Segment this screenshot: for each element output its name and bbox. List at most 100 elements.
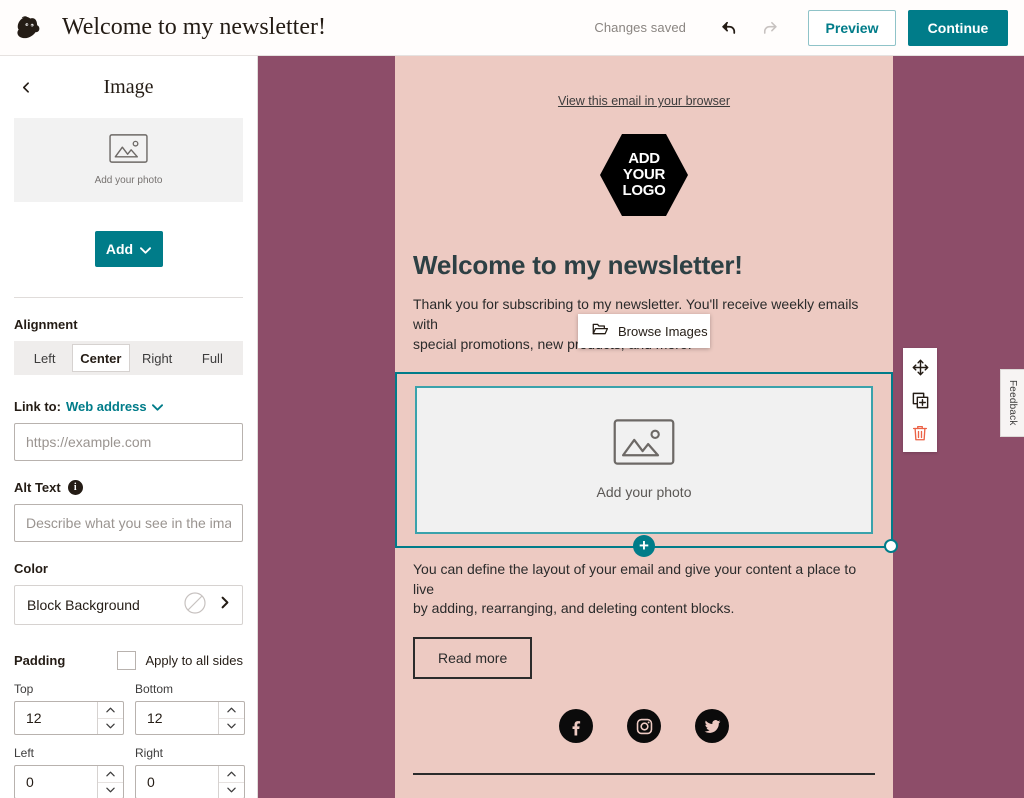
padding-right-spinners[interactable]	[218, 766, 244, 798]
move-arrows-icon[interactable]	[909, 356, 931, 378]
padding-top-decrement[interactable]	[98, 719, 123, 735]
social-links-row	[395, 709, 893, 744]
padding-bottom-spinners[interactable]	[218, 702, 244, 734]
padding-bottom-decrement[interactable]	[219, 719, 244, 735]
padding-fields: Top Bottom	[14, 682, 245, 798]
view-in-browser-link[interactable]: View this email in your browser	[558, 94, 730, 108]
padding-left-decrement[interactable]	[98, 783, 123, 798]
sidebar-divider	[14, 297, 243, 298]
mailchimp-freddie-icon[interactable]	[12, 10, 48, 46]
mailchimp-email-editor: Welcome to my newsletter! Changes saved …	[0, 0, 1024, 798]
email-body2-line-2: by adding, rearranging, and deleting con…	[413, 600, 735, 617]
block-background-color-row[interactable]: Block Background	[14, 585, 243, 625]
alignment-label: Alignment	[14, 317, 78, 332]
padding-right-increment[interactable]	[219, 766, 244, 783]
logo-line-2: YOUR	[622, 166, 666, 184]
save-status: Changes saved	[594, 20, 686, 35]
duplicate-icon[interactable]	[909, 389, 931, 411]
twitter-icon[interactable]	[695, 709, 729, 744]
link-url-input[interactable]	[14, 423, 243, 461]
padding-right-label: Right	[135, 746, 164, 760]
padding-top-increment[interactable]	[98, 702, 123, 719]
selected-image-block[interactable]: Add your photo +	[395, 371, 898, 557]
alignment-option-right[interactable]: Right	[130, 344, 185, 372]
padding-right-input[interactable]	[136, 766, 218, 798]
email-preview: View this email in your browser ADD YOUR…	[395, 56, 898, 798]
image-placeholder-area[interactable]: Add your photo	[415, 385, 873, 534]
feedback-tab[interactable]: Feedback	[1000, 369, 1024, 437]
redo-button[interactable]	[752, 11, 786, 45]
padding-bottom-field: Bottom	[135, 682, 245, 735]
continue-button[interactable]: Continue	[908, 9, 1008, 46]
padding-left-input[interactable]	[15, 766, 97, 798]
padding-left-stepper[interactable]	[14, 765, 124, 798]
apply-all-checkbox[interactable]	[117, 651, 137, 670]
image-placeholder-icon	[613, 419, 675, 470]
chevron-down-icon[interactable]	[151, 399, 163, 414]
padding-top-stepper[interactable]	[14, 701, 124, 735]
facebook-icon[interactable]	[559, 709, 593, 744]
preview-button[interactable]: Preview	[808, 9, 896, 46]
top-bar-actions: Changes saved Preview Continue	[594, 9, 1024, 46]
padding-right-field: Right	[135, 746, 245, 798]
padding-top-label: Top	[14, 682, 34, 696]
chevron-down-icon	[140, 241, 152, 257]
logo-line-1: ADD	[628, 150, 660, 168]
padding-top-spinners[interactable]	[97, 702, 123, 734]
padding-left-increment[interactable]	[98, 766, 123, 783]
add-block-button[interactable]: +	[633, 534, 655, 557]
browse-images-popover[interactable]: Browse Images	[578, 314, 710, 348]
browse-images-label: Browse Images	[618, 323, 708, 339]
email-heading[interactable]: Welcome to my newsletter!	[413, 250, 893, 281]
add-image-button[interactable]: Add	[94, 231, 163, 267]
alt-text-label-text: Alt Text	[14, 480, 61, 495]
chevron-right-icon	[220, 596, 230, 614]
apply-all-label: Apply to all sides	[145, 653, 243, 668]
padding-bottom-input[interactable]	[136, 702, 218, 734]
image-settings-sidebar: Image Add your photo Add Alignment Left …	[0, 56, 258, 798]
alignment-segmented-control: Left Center Right Full	[14, 341, 243, 375]
padding-bottom-label: Bottom	[135, 682, 174, 696]
padding-bottom-stepper[interactable]	[135, 701, 245, 735]
add-button-row: Add	[14, 231, 243, 267]
resize-handle[interactable]	[884, 538, 898, 553]
image-placeholder-caption: Add your photo	[596, 484, 692, 501]
email-body2-line-1: You can define the layout of your email …	[413, 560, 857, 597]
sidebar-title: Image	[103, 75, 154, 98]
read-more-button[interactable]: Read more	[413, 637, 533, 680]
info-icon[interactable]: i	[67, 480, 83, 495]
block-toolbar	[903, 348, 937, 452]
padding-top-field: Top	[14, 682, 124, 735]
link-to-value[interactable]: Web address	[66, 399, 147, 414]
color-label: Color	[14, 561, 48, 576]
alt-text-label: Alt Text i	[14, 480, 243, 495]
sidebar-body: Add your photo Add Alignment Left Center	[0, 118, 257, 798]
padding-left-field: Left	[14, 746, 124, 798]
padding-right-stepper[interactable]	[135, 765, 245, 798]
undo-button[interactable]	[712, 11, 746, 45]
padding-label: Padding	[14, 653, 66, 668]
header-logo-row: ADD YOUR LOGO	[395, 134, 893, 216]
alignment-option-center[interactable]: Center	[72, 344, 130, 372]
padding-left-spinners[interactable]	[97, 766, 123, 798]
feedback-tab-label: Feedback	[1007, 380, 1018, 426]
instagram-icon[interactable]	[627, 709, 661, 744]
padding-right-decrement[interactable]	[219, 783, 244, 798]
link-to-row: Link to: Web address	[14, 399, 243, 414]
email-body-text-2[interactable]: You can define the layout of your email …	[413, 560, 875, 620]
read-more-row: Read more	[413, 637, 893, 680]
alignment-option-left[interactable]: Left	[17, 344, 72, 372]
folder-open-icon	[592, 322, 609, 341]
block-background-label: Block Background	[27, 597, 140, 613]
alt-text-input[interactable]	[14, 504, 243, 542]
padding-bottom-increment[interactable]	[219, 702, 244, 719]
alignment-option-full[interactable]: Full	[185, 344, 240, 372]
add-your-logo-hexagon[interactable]: ADD YOUR LOGO	[600, 134, 688, 216]
photo-dropzone[interactable]: Add your photo	[14, 118, 243, 202]
sidebar-header: Image	[0, 56, 257, 118]
padding-top-input[interactable]	[15, 702, 97, 734]
trash-icon[interactable]	[909, 422, 931, 444]
page-title: Welcome to my newsletter!	[62, 14, 326, 40]
apply-to-all-sides-toggle[interactable]: Apply to all sides	[117, 651, 243, 670]
chevron-left-icon[interactable]	[14, 75, 38, 99]
